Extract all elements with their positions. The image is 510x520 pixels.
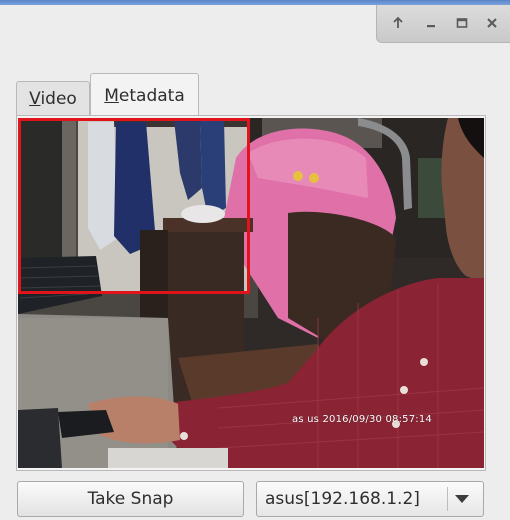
camera-window: Video Metadata as us 2016/09/30 08:57:14… [0,5,510,520]
close-icon[interactable] [483,14,501,32]
video-timestamp: as us 2016/09/30 08:57:14 [292,414,432,425]
window-controls [376,5,510,43]
camera-select-value: asus[192.168.1.2] [265,489,420,509]
tab-video[interactable]: Video [16,81,90,115]
camera-select[interactable]: asus[192.168.1.2] [256,481,484,517]
chevron-down-icon[interactable] [455,495,469,503]
tab-metadata[interactable]: Metadata [90,73,199,117]
maximize-icon[interactable] [453,14,471,32]
video-frame: as us 2016/09/30 08:57:14 [18,118,484,468]
take-snap-button[interactable]: Take Snap [17,481,244,517]
detection-box [18,118,250,294]
tab-video-label: Video [29,88,77,109]
camera-select-divider [447,487,448,511]
minimize-icon[interactable] [422,14,440,32]
restore-up-icon[interactable] [389,14,407,32]
tab-metadata-label: Metadata [104,85,185,106]
